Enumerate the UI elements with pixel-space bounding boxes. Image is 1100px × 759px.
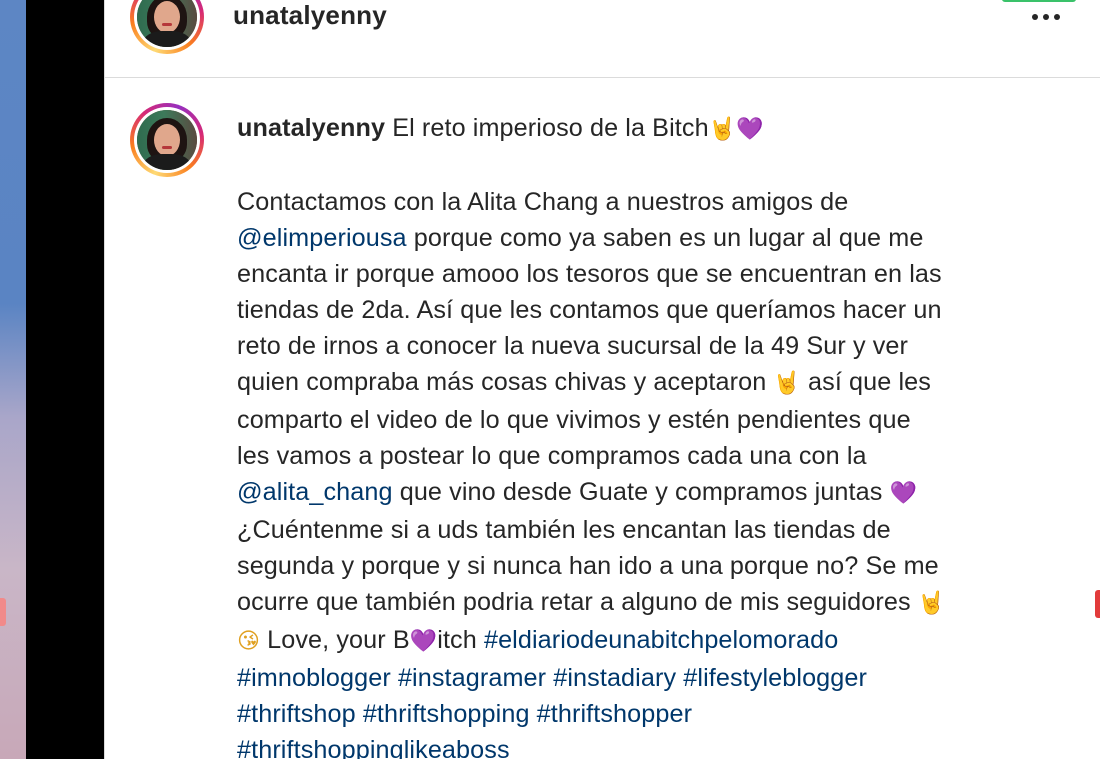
avatar-photo — [137, 110, 197, 170]
avatar-photo-mouth — [162, 23, 172, 26]
post-header: unatalyenny — [105, 0, 1100, 78]
caption-username-link[interactable]: unatalyenny — [237, 114, 385, 142]
caption-line: reto de irnos a conocer la nueva sucursa… — [237, 328, 1057, 364]
more-dot — [1032, 14, 1038, 20]
rock-hand-emoji: 🤘 — [773, 371, 801, 396]
more-options-icon[interactable] — [1029, 12, 1063, 22]
caption-text: ¿Cuéntenme si a uds también les encantan… — [237, 516, 891, 544]
caption-body: Contactamos con la Alita Chang a nuestro… — [237, 184, 1057, 759]
more-dot — [1043, 14, 1049, 20]
caption-text: comparto el video de lo que vivimos y es… — [237, 406, 911, 434]
caption-text: Love, your B — [260, 626, 410, 654]
caption-text: itch — [437, 626, 484, 654]
caption-text: tiendas de 2da. Así que les contamos que… — [237, 296, 942, 324]
hashtag-link[interactable]: #thriftshopper — [537, 700, 692, 728]
caption-line: ¿Cuéntenme si a uds también les encantan… — [237, 512, 1057, 548]
avatar-photo — [137, 0, 197, 47]
hashtag-link[interactable]: #instadiary — [553, 664, 676, 692]
caption-text: segunda y porque y si nunca han ido a un… — [237, 552, 939, 580]
caption-title-emojis: 🤘💜 — [708, 117, 764, 142]
more-dot — [1054, 14, 1060, 20]
caption-text: que vino desde Guate y compramos juntas — [392, 478, 890, 506]
kiss-face-emoji: 😘 — [237, 629, 261, 654]
window-accent — [1002, 0, 1076, 2]
caption-text: quien compraba más cosas chivas y acepta… — [237, 368, 774, 396]
caption-line: @elimperiousa porque como ya saben es un… — [237, 220, 1057, 256]
caption-line: tiendas de 2da. Así que les contamos que… — [237, 292, 1057, 328]
header-username-link[interactable]: unatalyenny — [233, 0, 387, 30]
caption-avatar[interactable] — [130, 103, 204, 177]
caption-line: comparto el video de lo que vivimos y es… — [237, 402, 1057, 438]
mention-link[interactable]: @alita_chang — [237, 478, 393, 506]
hashtag-link[interactable]: #thriftshoppinglikeaboss — [237, 736, 510, 759]
avatar-photo-face — [154, 124, 180, 156]
hashtag-link[interactable]: #thriftshopping — [363, 700, 530, 728]
caption-line: #imnoblogger #instagramer #instadiary #l… — [237, 660, 1057, 696]
caption-line: quien compraba más cosas chivas y acepta… — [237, 364, 1057, 402]
mention-link[interactable]: @elimperiousa — [237, 224, 407, 252]
caption-line: #thriftshop #thriftshopping #thriftshopp… — [237, 696, 1057, 732]
caption-text: Contactamos con la Alita Chang a nuestro… — [237, 188, 849, 216]
caption-text: así que les — [800, 368, 931, 396]
hashtag-link[interactable]: #imnoblogger — [237, 664, 391, 692]
caption-line: segunda y porque y si nunca han ido a un… — [237, 548, 1057, 584]
caption-text — [530, 700, 537, 728]
caption-line: #thriftshoppinglikeaboss — [237, 732, 1057, 759]
caption-line: les vamos a postear lo que compramos cad… — [237, 438, 1057, 474]
caption-text: porque como ya saben es un lugar al que … — [406, 224, 924, 252]
caption-line: Contactamos con la Alita Chang a nuestro… — [237, 184, 1057, 220]
hashtag-link[interactable]: #instagramer — [398, 664, 546, 692]
caption-title: El reto imperioso de la Bitch — [392, 114, 709, 142]
avatar-photo-shirt — [143, 154, 191, 170]
hashtag-link[interactable]: #thriftshop — [237, 700, 356, 728]
caption-text — [391, 664, 398, 692]
header-avatar[interactable] — [130, 0, 204, 54]
hashtag-link[interactable]: #eldiariodeunabitchpelomorado — [484, 626, 838, 654]
avatar-photo-face — [154, 1, 180, 33]
post-caption: unatalyenny El reto imperioso de la Bitc… — [237, 110, 1057, 759]
screen: unatalyenny unatalyenny El reto imperios… — [0, 0, 1100, 759]
caption-line: encanta ir porque amooo los tesoros que … — [237, 256, 1057, 292]
hashtag-link[interactable]: #lifestyleblogger — [683, 664, 867, 692]
caption-line: @alita_chang que vino desde Guate y comp… — [237, 474, 1057, 512]
caption-text: les vamos a postear lo que compramos cad… — [237, 442, 867, 470]
avatar-ring-inner — [134, 0, 200, 50]
avatar-photo-mouth — [162, 146, 172, 149]
caption-line: 😘 Love, your B💜itch #eldiariodeunabitchp… — [237, 622, 1057, 660]
caption-text: reto de irnos a conocer la nueva sucursa… — [237, 332, 909, 360]
background-accent — [0, 598, 6, 626]
caption-text: ocurre que también podria retar a alguno… — [237, 588, 918, 616]
background-image-strip — [0, 0, 26, 759]
caption-title-line: unatalyenny El reto imperioso de la Bitc… — [237, 110, 1057, 148]
post-detail-panel: unatalyenny unatalyenny El reto imperios… — [104, 0, 1100, 759]
rock-hand-emoji: 🤘 — [917, 591, 946, 616]
modal-backdrop — [26, 0, 104, 759]
avatar-ring-inner — [134, 107, 200, 173]
purple-heart-emoji: 💜 — [889, 481, 918, 506]
background-accent — [1095, 590, 1100, 618]
caption-text: encanta ir porque amooo los tesoros que … — [237, 260, 942, 288]
purple-heart-emoji: 💜 — [409, 629, 438, 654]
avatar-photo-shirt — [143, 31, 191, 47]
caption-text — [356, 700, 363, 728]
caption-line: ocurre que también podria retar a alguno… — [237, 584, 1057, 622]
